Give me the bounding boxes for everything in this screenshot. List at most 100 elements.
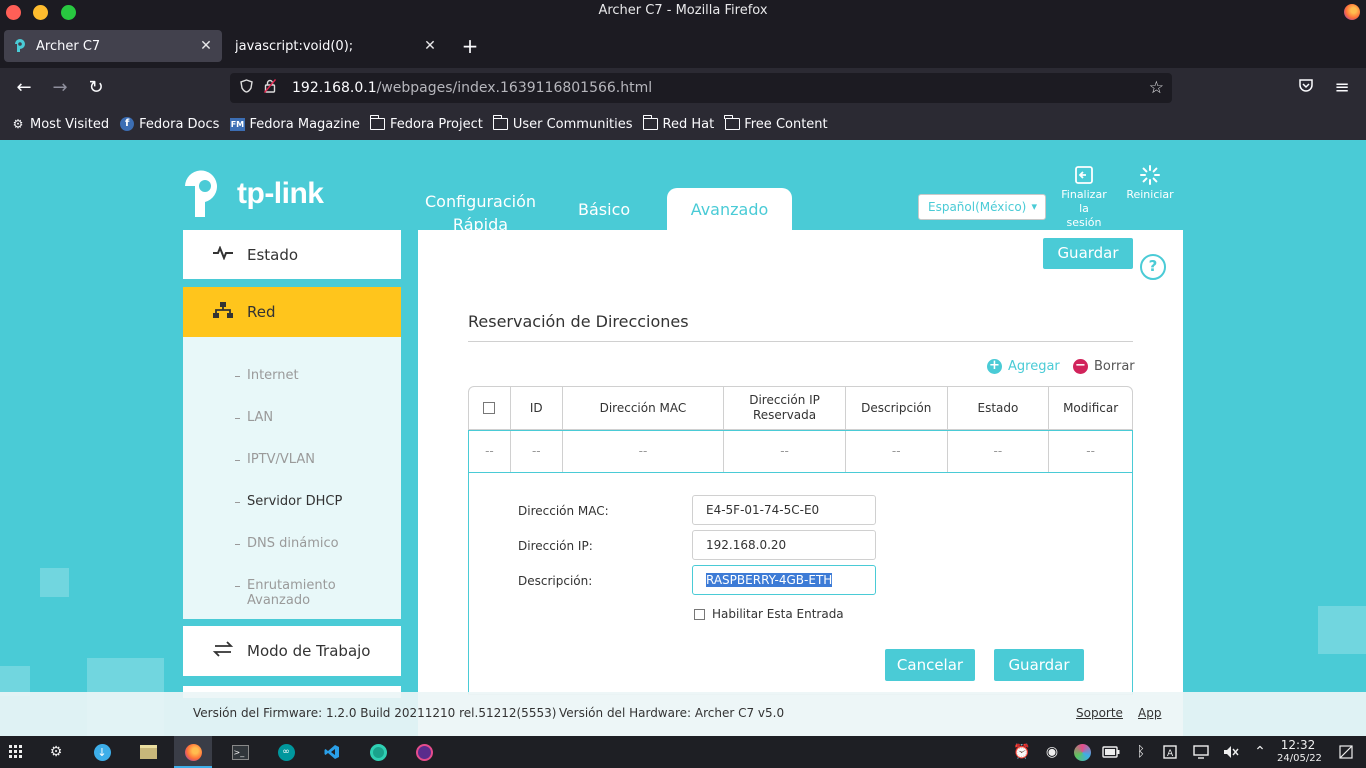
logout-icon <box>1060 165 1108 187</box>
help-icon[interactable]: ? <box>1140 254 1166 280</box>
system-clock[interactable]: 12:32 24/05/22 <box>1277 739 1322 765</box>
language-select[interactable]: Español(México) ▾ <box>918 194 1046 220</box>
folder-icon <box>369 115 386 131</box>
header-modify: Modificar <box>1063 400 1119 415</box>
description-label: Descripción: <box>518 574 593 588</box>
table-cell: -- <box>846 431 948 472</box>
background-decoration <box>1318 606 1366 654</box>
bookmark-fedora-docs[interactable]: f Fedora Docs <box>119 117 219 132</box>
bookmark-label: Free Content <box>744 116 828 132</box>
sidebar-item-label: Estado <box>247 245 299 264</box>
logout-button[interactable]: Finalizar la sesión <box>1060 165 1108 230</box>
close-icon[interactable]: ✕ <box>196 38 216 54</box>
delete-button[interactable]: − Borrar <box>1073 359 1135 374</box>
bookmark-fedora-magazine[interactable]: FM Fedora Magazine <box>229 117 360 132</box>
tab-javascript-void[interactable]: javascript:void(0); ✕ <box>226 30 446 62</box>
plus-icon: + <box>987 359 1002 374</box>
menu-icon[interactable]: ≡ <box>1330 76 1354 100</box>
background-decoration <box>40 568 69 597</box>
settings-icon[interactable]: ⚙ <box>46 742 66 762</box>
battery-icon[interactable] <box>1101 742 1121 762</box>
tab-advanced[interactable]: Avanzado <box>667 188 792 230</box>
window-titlebar: Archer C7 - Mozilla Firefox <box>0 0 1366 24</box>
firefox-icon <box>1344 4 1360 20</box>
sidebar-subitem-iptv-vlan[interactable]: IPTV/VLAN <box>235 452 315 467</box>
tab-basic[interactable]: Básico <box>578 200 630 219</box>
window-title: Archer C7 - Mozilla Firefox <box>598 3 768 18</box>
select-all-checkbox[interactable] <box>483 402 496 414</box>
media-icon[interactable]: ◉ <box>1042 742 1062 762</box>
hardware-version: Versión del Hardware: Archer C7 v5.0 <box>559 706 785 720</box>
chromium-icon[interactable] <box>368 742 388 762</box>
vscode-icon[interactable] <box>322 742 342 762</box>
url-bar[interactable]: 192.168.0.1/webpages/index.1639116801566… <box>230 73 1172 103</box>
bookmark-user-communities[interactable]: User Communities <box>492 115 633 132</box>
bookmarks-toolbar: ⚙ Most Visited f Fedora Docs FM Fedora M… <box>0 108 1366 140</box>
show-desktop-icon[interactable] <box>1336 742 1356 762</box>
tab-archer-c7[interactable]: Archer C7 ✕ <box>4 30 222 62</box>
chevron-down-icon: ▾ <box>1031 200 1037 213</box>
bookmark-red-hat[interactable]: Red Hat <box>642 115 714 132</box>
cancel-button[interactable]: Cancelar <box>885 649 975 681</box>
reload-icon[interactable]: ↻ <box>84 76 108 100</box>
language-value: Español(México) <box>928 200 1027 214</box>
bookmark-free-content[interactable]: Free Content <box>724 115 828 132</box>
mac-input[interactable]: E4-5F-01-74-5C-E0 <box>692 495 876 525</box>
page-viewport: tp-link Configuración Rápida Básico Avan… <box>0 140 1366 736</box>
bookmark-label: Fedora Magazine <box>249 116 360 132</box>
gear-icon: ⚙ <box>12 117 24 131</box>
page-footer: Versión del Firmware: 1.2.0 Build 202112… <box>0 692 1366 736</box>
tab-title: Archer C7 <box>36 38 101 54</box>
minus-icon: − <box>1073 359 1088 374</box>
new-tab-button[interactable]: + <box>458 35 482 59</box>
forward-icon[interactable]: → <box>48 76 72 100</box>
app-link[interactable]: App <box>1138 706 1161 720</box>
fm-icon: FM <box>229 117 245 131</box>
firmware-version: Versión del Firmware: 1.2.0 Build 202112… <box>193 706 557 720</box>
terminal-icon[interactable]: >_ <box>230 742 250 762</box>
back-icon[interactable]: ← <box>12 76 36 100</box>
insecure-lock-icon[interactable] <box>258 79 282 97</box>
reboot-button[interactable]: Reiniciar <box>1124 165 1176 202</box>
clipboard-icon[interactable]: A <box>1160 742 1180 762</box>
table-cell: -- <box>563 431 725 472</box>
download-icon[interactable]: ↓ <box>92 742 112 762</box>
bookmark-most-visited[interactable]: ⚙ Most Visited <box>10 117 110 132</box>
network-tray-icon[interactable] <box>1191 742 1211 762</box>
enable-entry-option[interactable]: Habilitar Esta Entrada <box>694 607 844 621</box>
bookmark-star-icon[interactable]: ☆ <box>1149 78 1164 98</box>
content-panel: Guardar ? Reservación de Direcciones + A… <box>418 230 1183 736</box>
sidebar-item-red[interactable]: Red <box>183 287 401 337</box>
sidebar-item-modo[interactable]: Modo de Trabajo <box>183 626 401 676</box>
volume-muted-icon[interactable] <box>1221 742 1241 762</box>
close-icon[interactable]: ✕ <box>420 38 440 54</box>
delete-label: Borrar <box>1094 359 1135 374</box>
app-launcher-icon[interactable] <box>6 742 26 762</box>
bookmark-label: Fedora Docs <box>139 116 220 132</box>
save-button-top[interactable]: Guardar <box>1043 238 1133 269</box>
app-tray-icon[interactable] <box>1072 742 1092 762</box>
bookmark-label: Fedora Project <box>389 116 483 132</box>
file-manager-icon[interactable] <box>138 742 158 762</box>
sidebar-subitem-advanced-routing[interactable]: Enrutamiento Avanzado <box>235 578 401 608</box>
sidebar-subitem-ddns[interactable]: DNS dinámico <box>235 536 339 551</box>
enable-entry-checkbox[interactable] <box>694 608 705 620</box>
sidebar-subitem-internet[interactable]: Internet <box>235 368 299 383</box>
bluetooth-icon[interactable]: ᛒ <box>1131 742 1151 762</box>
chevron-up-icon[interactable]: ⌃ <box>1250 742 1270 762</box>
shield-icon[interactable] <box>234 79 258 97</box>
sidebar-subitem-dhcp-server[interactable]: Servidor DHCP <box>234 494 342 509</box>
save-button[interactable]: Guardar <box>994 649 1084 681</box>
screenshot-icon[interactable] <box>414 742 434 762</box>
support-link[interactable]: Soporte <box>1076 706 1123 720</box>
alarm-icon[interactable]: ⏰ <box>1012 742 1032 762</box>
description-input[interactable]: RASPBERRY-4GB-ETH <box>692 565 876 595</box>
firefox-icon[interactable] <box>183 742 203 762</box>
arduino-icon[interactable]: ∞ <box>276 742 296 762</box>
bookmark-fedora-project[interactable]: Fedora Project <box>369 115 483 132</box>
sidebar-item-estado[interactable]: Estado <box>183 230 401 279</box>
sidebar-subitem-lan[interactable]: LAN <box>234 410 273 425</box>
add-button[interactable]: + Agregar <box>987 359 1060 374</box>
ip-input[interactable]: 192.168.0.20 <box>692 530 876 560</box>
pocket-icon[interactable] <box>1294 76 1318 100</box>
